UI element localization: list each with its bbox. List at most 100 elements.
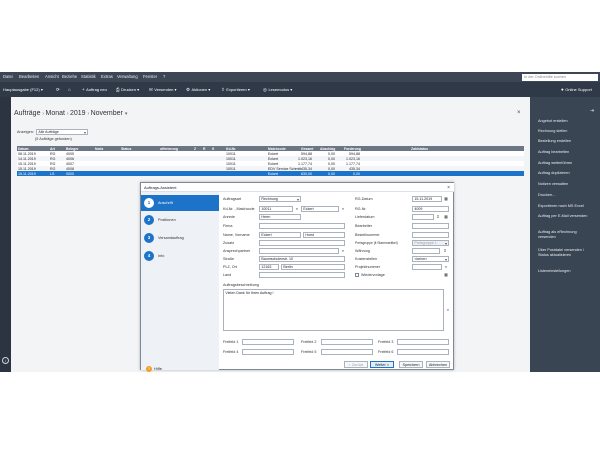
action-email[interactable]: Auftrag per E-Mail versenden: [538, 214, 594, 219]
bestellnummer-input[interactable]: [412, 231, 449, 238]
close-icon[interactable]: ×: [447, 185, 450, 191]
context-selector[interactable]: Hauptausgabe (F12) ▾: [3, 87, 43, 92]
month-selector[interactable]: November: [91, 110, 123, 117]
period-selector[interactable]: Monat: [45, 110, 64, 117]
rgnr-input[interactable]: 4009: [412, 205, 449, 212]
description-textarea[interactable]: Vielen Dank für Ihren Auftrag !: [223, 289, 444, 331]
menu-beziehe[interactable]: Beziehe: [62, 74, 77, 79]
table-cell: 594,88: [301, 151, 312, 156]
waehrung-input[interactable]: [412, 247, 440, 254]
info-icon[interactable]: i: [2, 357, 9, 364]
stepper-icon[interactable]: ⇕: [442, 248, 448, 254]
stepper-icon[interactable]: ⇕: [435, 214, 441, 220]
freifeld6-input[interactable]: [397, 348, 449, 355]
matchcode-input[interactable]: Eckert: [301, 205, 339, 212]
action-postdatei[interactable]: Über Postdatei versenden / Status aktual…: [538, 248, 594, 258]
freifeld3-input[interactable]: [397, 338, 449, 345]
save-button[interactable]: Speichern: [399, 361, 423, 368]
action-angebot[interactable]: Angebot erstellen: [538, 119, 598, 124]
land-input[interactable]: [259, 271, 345, 278]
table-cell: 0000: [66, 171, 74, 176]
table-cell: 0,00: [328, 156, 335, 161]
search-icon[interactable]: ⌕: [445, 307, 451, 313]
export-button[interactable]: ⇪ Exportieren ▾: [221, 87, 250, 93]
action-duplizieren[interactable]: Auftrag duplizieren: [538, 171, 598, 176]
refresh-button[interactable]: ⟳: [56, 87, 61, 93]
anrede-input[interactable]: Herrn: [259, 213, 301, 220]
calendar-icon[interactable]: ▦: [443, 214, 449, 220]
menu-bearbeiten[interactable]: Bearbeiten: [19, 74, 39, 79]
action-listeneinstellungen[interactable]: Listeneinstellungen: [538, 269, 598, 274]
print-button[interactable]: ⎙ Drucken ▾: [116, 87, 139, 92]
preisgruppe-select[interactable]: Preisgruppe 1: [412, 239, 449, 246]
action-bestellung[interactable]: Bestellung erstellen: [538, 139, 598, 144]
search-icon[interactable]: ⌕: [443, 264, 449, 270]
action-drucken[interactable]: Drucken...: [538, 193, 598, 198]
chevron-down-icon: ▾: [40, 86, 43, 92]
action-notizen[interactable]: Notizen verwalten: [538, 182, 598, 187]
action-weiterfuehren[interactable]: Auftrag weiterführen: [538, 161, 598, 166]
step-versandauftrag[interactable]: 3 Versandauftrag: [141, 230, 219, 246]
kostenstelle-select[interactable]: <keine>: [412, 255, 449, 262]
action-rechnung[interactable]: Rechnung stellen: [538, 129, 598, 134]
table-cell: 14.11.2019: [18, 156, 36, 161]
filter-select[interactable]: Alle Aufträge: [36, 128, 88, 135]
firma-input[interactable]: [259, 222, 345, 229]
calendar-icon[interactable]: ▦: [443, 196, 449, 202]
menu-ansicht[interactable]: Ansicht: [45, 74, 59, 79]
step-positionen[interactable]: 2 Positionen: [141, 212, 219, 228]
context-label: Hauptausgabe (F12): [3, 86, 40, 92]
name-input[interactable]: Eckert: [259, 231, 301, 238]
menu-help[interactable]: ?: [163, 74, 165, 79]
lieferdatum-input[interactable]: [412, 213, 434, 220]
freifeld1-input[interactable]: [242, 338, 294, 345]
menu-verwaltung[interactable]: Verwaltung: [117, 74, 138, 79]
vorname-input[interactable]: Horst: [303, 231, 345, 238]
next-button[interactable]: Weiter >: [370, 361, 394, 368]
auftragsart-select[interactable]: Rechnung: [259, 195, 301, 202]
freifeld4-input[interactable]: [242, 348, 294, 355]
export-icon: ⇪: [221, 86, 225, 92]
send-button[interactable]: ✉ Versenden ▾: [149, 87, 177, 93]
rgdatum-input[interactable]: 15.11.2019: [412, 195, 442, 202]
online-support-button[interactable]: ● Online Support: [561, 87, 592, 92]
home-button[interactable]: ⌂: [68, 87, 72, 92]
search-icon[interactable]: ⌕: [294, 206, 300, 212]
read-mode-label: Lesemodus: [268, 86, 290, 92]
wiedervorlage-checkbox[interactable]: [355, 272, 359, 277]
export-label: Exportieren: [226, 86, 247, 92]
help-search-input[interactable]: In der Onlinehilfe suchen: [522, 73, 598, 81]
table-row[interactable]: 15.11.2019 LS 0000 Eckert 630,00 0,00 0,00: [17, 171, 524, 176]
cancel-button[interactable]: Abbrechen: [426, 361, 450, 368]
back-button[interactable]: < Zurück: [344, 361, 368, 368]
help-button[interactable]: ? Hilfe: [146, 366, 162, 372]
kdnr-input[interactable]: 10011: [259, 205, 293, 212]
freifeld5-input[interactable]: [321, 348, 373, 355]
bearbeiter-input[interactable]: [412, 222, 449, 229]
projekt-input[interactable]: [412, 263, 442, 270]
search-icon[interactable]: ⌕: [340, 206, 346, 212]
menu-datei[interactable]: Datei: [3, 74, 13, 79]
ort-input[interactable]: Berlin: [281, 263, 345, 270]
action-export-excel[interactable]: Exportieren nach MS Excel: [538, 204, 598, 209]
menu-statistik[interactable]: Statistik: [81, 74, 96, 79]
new-order-button[interactable]: + Auftrag neu: [82, 87, 107, 92]
strasse-input[interactable]: Baumschulenstr. 10: [259, 255, 345, 262]
action-bearbeiten[interactable]: Auftrag bearbeiten: [538, 150, 598, 155]
menu-extras[interactable]: Extras: [101, 74, 113, 79]
action-erechnung[interactable]: Auftrag als eRechnung versenden: [538, 230, 594, 240]
ansprechpartner-input[interactable]: [259, 247, 339, 254]
zusatz-input[interactable]: [259, 239, 345, 246]
step-info[interactable]: 4 Info: [141, 248, 219, 264]
close-icon[interactable]: ×: [517, 110, 521, 116]
collapse-panel-icon[interactable]: ⇥: [590, 108, 594, 114]
plz-input[interactable]: 12163: [259, 263, 279, 270]
actions-button[interactable]: ⚙ Aktionen ▾: [186, 87, 210, 93]
menu-fenster[interactable]: Fenster: [143, 74, 157, 79]
search-icon[interactable]: ⌕: [340, 248, 346, 254]
step-anschrift[interactable]: 1 Anschrift: [141, 195, 219, 211]
read-mode-button[interactable]: ◎ Lesemodus ▾: [263, 87, 292, 93]
calendar-icon[interactable]: ▦: [443, 272, 449, 278]
freifeld2-input[interactable]: [321, 338, 373, 345]
year-selector[interactable]: 2019: [70, 110, 86, 117]
